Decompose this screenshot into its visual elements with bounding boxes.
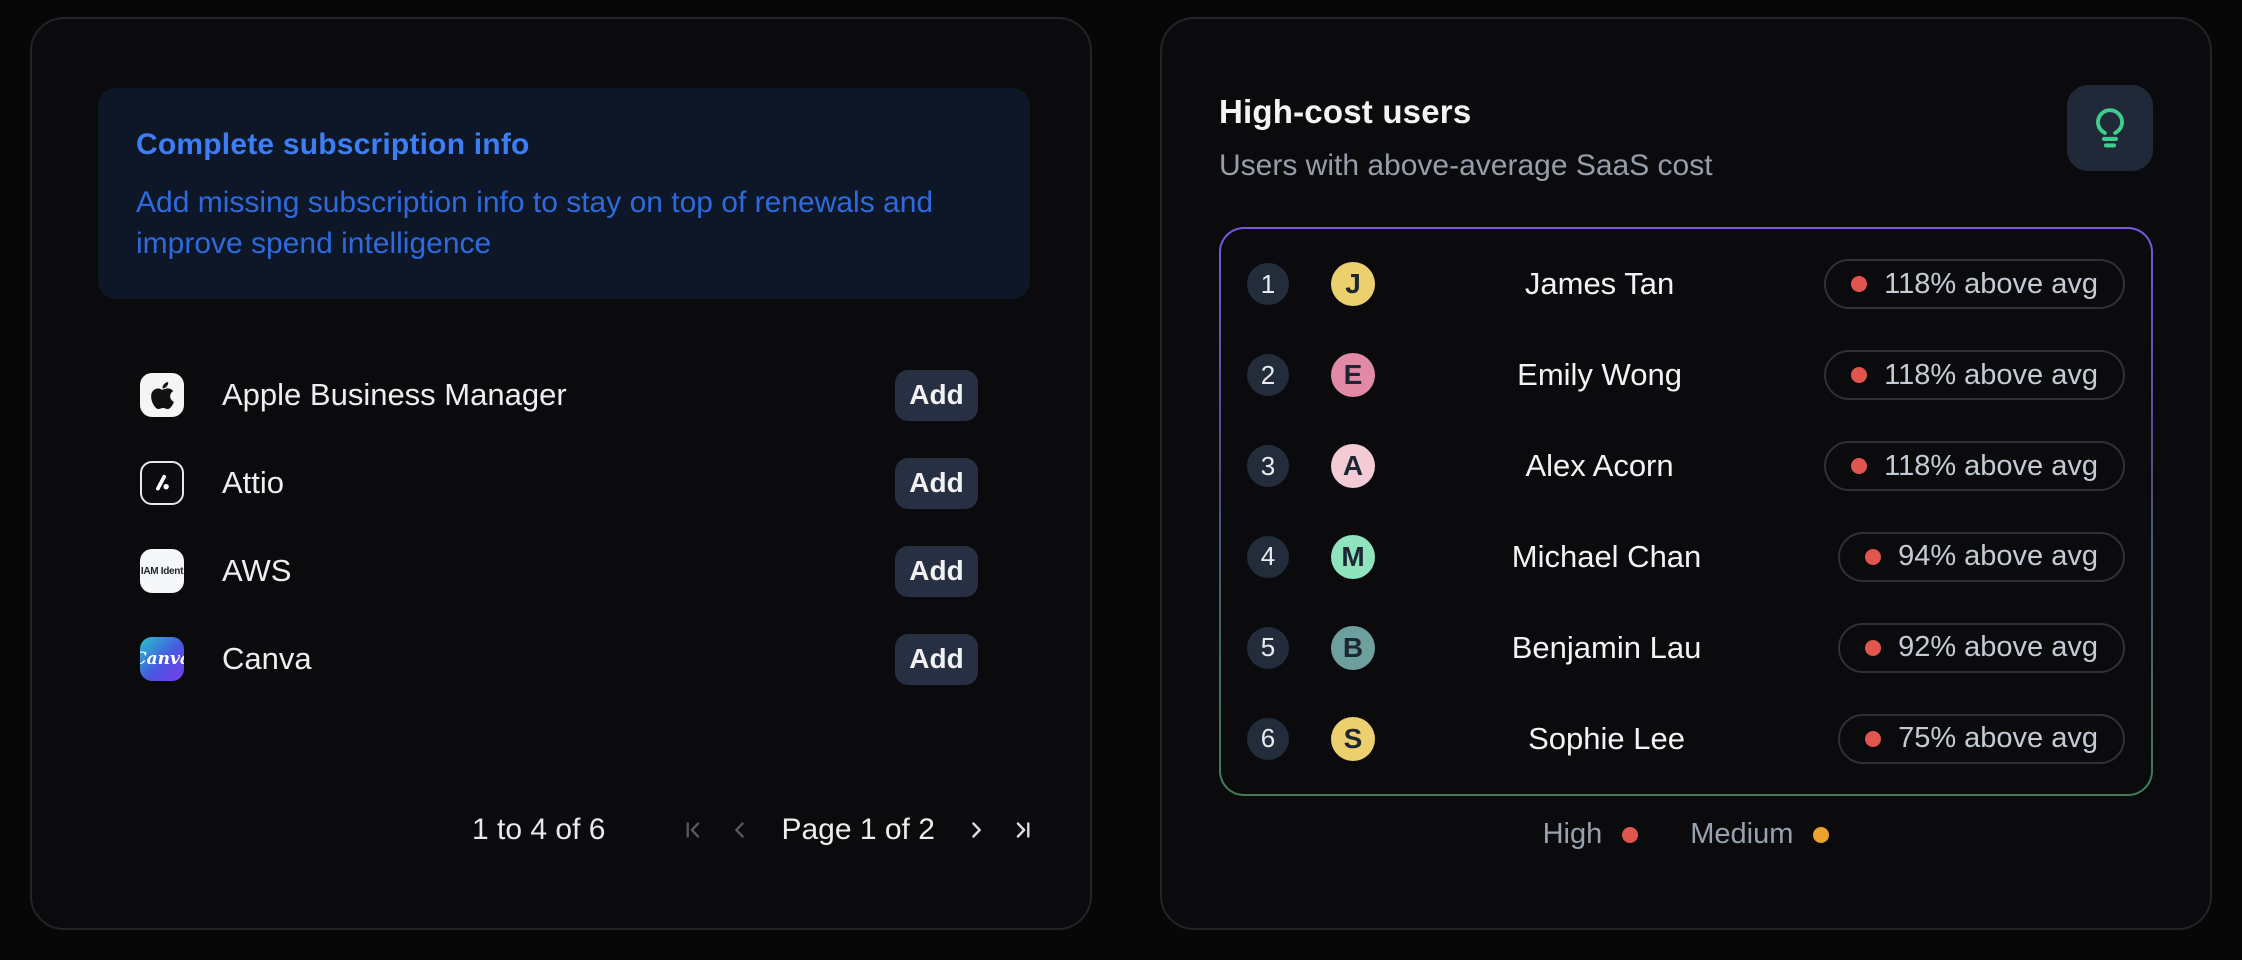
legend-item: Medium xyxy=(1690,818,1829,851)
banner-title: Complete subscription info xyxy=(136,128,990,162)
subscriptions-panel: Complete subscription info Add missing s… xyxy=(30,17,1092,930)
user-name: Sophie Lee xyxy=(1375,721,1838,757)
avatar: B xyxy=(1331,626,1375,670)
app-list-row: Canva Canva Canva Add xyxy=(140,637,978,681)
apple-logo-icon xyxy=(140,373,184,417)
user-name: Alex Acorn xyxy=(1375,448,1824,484)
app-name: Apple Business Manager xyxy=(222,377,567,413)
avatar: S xyxy=(1331,717,1375,761)
cost-badge: 75% above avg xyxy=(1838,714,2125,764)
rank-badge: 5 xyxy=(1247,627,1289,669)
cost-badge: 94% above avg xyxy=(1838,532,2125,582)
avatar: M xyxy=(1331,535,1375,579)
user-list-container: 1 J James Tan 118% above avg 2 E Emily W… xyxy=(1219,227,2153,796)
severity-dot-icon xyxy=(1851,276,1867,292)
avatar: A xyxy=(1331,444,1375,488)
rank-badge: 1 xyxy=(1247,263,1289,305)
user-name: Benjamin Lau xyxy=(1375,630,1838,666)
first-page-button[interactable] xyxy=(671,808,717,852)
pagination-page-label: Page 1 of 2 xyxy=(781,813,934,847)
severity-legend: High Medium xyxy=(1162,818,2210,851)
previous-page-icon xyxy=(727,817,753,843)
user-name: Emily Wong xyxy=(1375,357,1824,393)
cost-badge: 118% above avg xyxy=(1824,350,2125,400)
app-list-row: Attio Add xyxy=(140,461,978,505)
complete-subscription-info-banner: Complete subscription info Add missing s… xyxy=(98,88,1030,299)
severity-dot-icon xyxy=(1865,549,1881,565)
app-name: AWS xyxy=(222,553,291,589)
last-page-button[interactable] xyxy=(999,808,1045,852)
cost-badge: 118% above avg xyxy=(1824,441,2125,491)
app-list-row: IAM Ident IAM Ident AWS Add xyxy=(140,549,978,593)
add-button[interactable]: Add xyxy=(895,546,978,597)
app-name: Canva xyxy=(222,641,312,677)
add-button[interactable]: Add xyxy=(895,458,978,509)
user-row: 4 M Michael Chan 94% above avg xyxy=(1247,511,2125,602)
previous-page-button[interactable] xyxy=(717,808,763,852)
lightbulb-icon xyxy=(2087,105,2133,151)
user-row: 5 B Benjamin Lau 92% above avg xyxy=(1247,602,2125,693)
high-cost-users-header: High-cost users Users with above-average… xyxy=(1162,19,2210,183)
last-page-icon xyxy=(1009,817,1035,843)
app-name: Attio xyxy=(222,465,284,501)
legend-item: High xyxy=(1543,818,1639,851)
pagination: 1 to 4 of 6 Page 1 of 2 xyxy=(472,808,1045,852)
panel-title: High-cost users xyxy=(1219,93,2153,131)
attio-logo-icon xyxy=(140,461,184,505)
pagination-range-label: 1 to 4 of 6 xyxy=(472,813,605,847)
legend-dot-icon xyxy=(1622,827,1638,843)
user-row: 3 A Alex Acorn 118% above avg xyxy=(1247,421,2125,512)
rank-badge: 4 xyxy=(1247,536,1289,578)
cost-badge-label: 118% above avg xyxy=(1884,450,2098,483)
next-page-button[interactable] xyxy=(953,808,999,852)
insight-button[interactable] xyxy=(2067,85,2153,171)
cost-badge: 92% above avg xyxy=(1838,623,2125,673)
user-row: 6 S Sophie Lee 75% above avg xyxy=(1247,693,2125,784)
cost-badge: 118% above avg xyxy=(1824,259,2125,309)
legend-label: High xyxy=(1543,818,1603,851)
rank-badge: 6 xyxy=(1247,718,1289,760)
avatar: E xyxy=(1331,353,1375,397)
cost-badge-label: 118% above avg xyxy=(1884,359,2098,392)
canva-logo-icon: Canva xyxy=(140,637,184,681)
severity-dot-icon xyxy=(1851,367,1867,383)
severity-dot-icon xyxy=(1865,640,1881,656)
banner-description: Add missing subscription info to stay on… xyxy=(136,182,966,264)
user-row: 2 E Emily Wong 118% above avg xyxy=(1247,330,2125,421)
cost-badge-label: 75% above avg xyxy=(1898,722,2098,755)
app-list-row: Apple Business Manager Add xyxy=(140,373,978,417)
legend-dot-icon xyxy=(1813,827,1829,843)
avatar: J xyxy=(1331,262,1375,306)
rank-badge: 3 xyxy=(1247,445,1289,487)
cost-badge-label: 118% above avg xyxy=(1884,268,2098,301)
high-cost-users-panel: High-cost users Users with above-average… xyxy=(1160,17,2212,930)
user-name: Michael Chan xyxy=(1375,539,1838,575)
aws-iam-identity-center-logo-icon: IAM Ident xyxy=(140,549,184,593)
severity-dot-icon xyxy=(1851,458,1867,474)
add-button[interactable]: Add xyxy=(895,370,978,421)
severity-dot-icon xyxy=(1865,731,1881,747)
rank-badge: 2 xyxy=(1247,354,1289,396)
panel-subtitle: Users with above-average SaaS cost xyxy=(1219,149,2153,183)
cost-badge-label: 94% above avg xyxy=(1898,540,2098,573)
add-button[interactable]: Add xyxy=(895,634,978,685)
first-page-icon xyxy=(681,817,707,843)
legend-label: Medium xyxy=(1690,818,1793,851)
app-list: Apple Business Manager Add Attio Add xyxy=(32,373,1090,681)
cost-badge-label: 92% above avg xyxy=(1898,631,2098,664)
user-row: 1 J James Tan 118% above avg xyxy=(1247,239,2125,330)
user-name: James Tan xyxy=(1375,266,1824,302)
user-list: 1 J James Tan 118% above avg 2 E Emily W… xyxy=(1221,229,2151,794)
next-page-icon xyxy=(963,817,989,843)
